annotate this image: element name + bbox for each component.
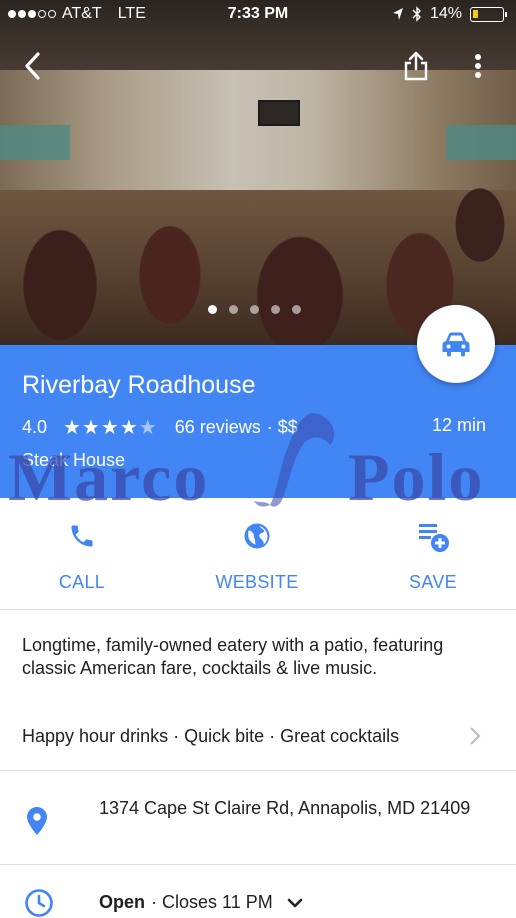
place-category: Steak House: [22, 450, 126, 470]
photo-tv: [258, 100, 300, 126]
back-button[interactable]: [14, 48, 50, 84]
rating-stars: ★ ★ ★ ★ ★: [63, 415, 157, 440]
divider: [0, 864, 516, 865]
rating-value: 4.0: [22, 417, 48, 437]
status-right: 14%: [392, 5, 507, 23]
call-button[interactable]: CALL: [22, 518, 142, 593]
clock-icon: [25, 889, 53, 917]
save-label: SAVE: [409, 572, 457, 592]
back-chevron-icon: [25, 52, 40, 80]
star-icon: ★: [100, 417, 119, 439]
website-button[interactable]: WEBSITE: [197, 518, 317, 593]
rating-row[interactable]: 4.0 ★ ★ ★ ★ ★ 66 reviews · $$: [22, 415, 298, 440]
call-label: CALL: [58, 572, 106, 592]
place-name: Riverbay Roadhouse: [22, 371, 256, 399]
photo-window-left: [0, 125, 70, 160]
pager-dot[interactable]: [250, 305, 259, 314]
share-button[interactable]: [398, 48, 434, 84]
place-description: Longtime, family-owned eatery with a pat…: [22, 635, 444, 678]
review-count[interactable]: 66 reviews: [175, 417, 261, 438]
location-arrow-icon: [392, 8, 403, 20]
save-button[interactable]: SAVE: [373, 518, 493, 593]
battery-icon: [470, 6, 507, 22]
status-bar: AT&T LTE 7:33 PM 14%: [0, 0, 516, 28]
travel-time: 12 min: [431, 415, 486, 435]
star-empty-icon: ★: [138, 417, 157, 439]
pager-dot[interactable]: [292, 305, 301, 314]
globe-icon: [244, 523, 270, 549]
pager-dot[interactable]: [229, 305, 238, 314]
divider: [0, 770, 516, 771]
more-options-button[interactable]: [460, 48, 496, 84]
closing-time: · Closes 11 PM: [151, 892, 273, 912]
photo-window-right: [446, 125, 516, 160]
hero-photo[interactable]: [0, 0, 516, 345]
action-bar: CALL WEBSITE SAVE: [0, 498, 516, 610]
website-label: WEBSITE: [215, 572, 299, 592]
battery-percent: 14%: [429, 5, 462, 22]
phone-icon: [71, 525, 93, 547]
highlights-row[interactable]: Happy hour drinks · Quick bite · Great c…: [22, 726, 442, 747]
directions-button[interactable]: [417, 305, 495, 383]
bluetooth-icon: [412, 6, 421, 22]
car-icon: [442, 332, 470, 357]
more-vert-icon: [475, 54, 481, 78]
pager-dot[interactable]: [208, 305, 217, 314]
chevron-right-icon[interactable]: [468, 724, 482, 748]
pager-dot[interactable]: [271, 305, 280, 314]
price-level: · $$: [266, 417, 298, 437]
star-icon: ★: [63, 417, 81, 439]
star-icon: ★: [119, 417, 138, 439]
star-icon: ★: [81, 417, 100, 439]
photo-pager[interactable]: [208, 305, 301, 314]
open-status: Open: [99, 892, 146, 912]
hours-row[interactable]: Open · Closes 11 PM: [99, 892, 303, 913]
save-list-icon: [419, 524, 449, 552]
chevron-down-icon[interactable]: [287, 897, 303, 909]
location-pin-icon: [27, 807, 47, 835]
share-icon: [404, 51, 428, 81]
address-text[interactable]: 1374 Cape St Claire Rd, Annapolis, MD 21…: [99, 797, 499, 820]
